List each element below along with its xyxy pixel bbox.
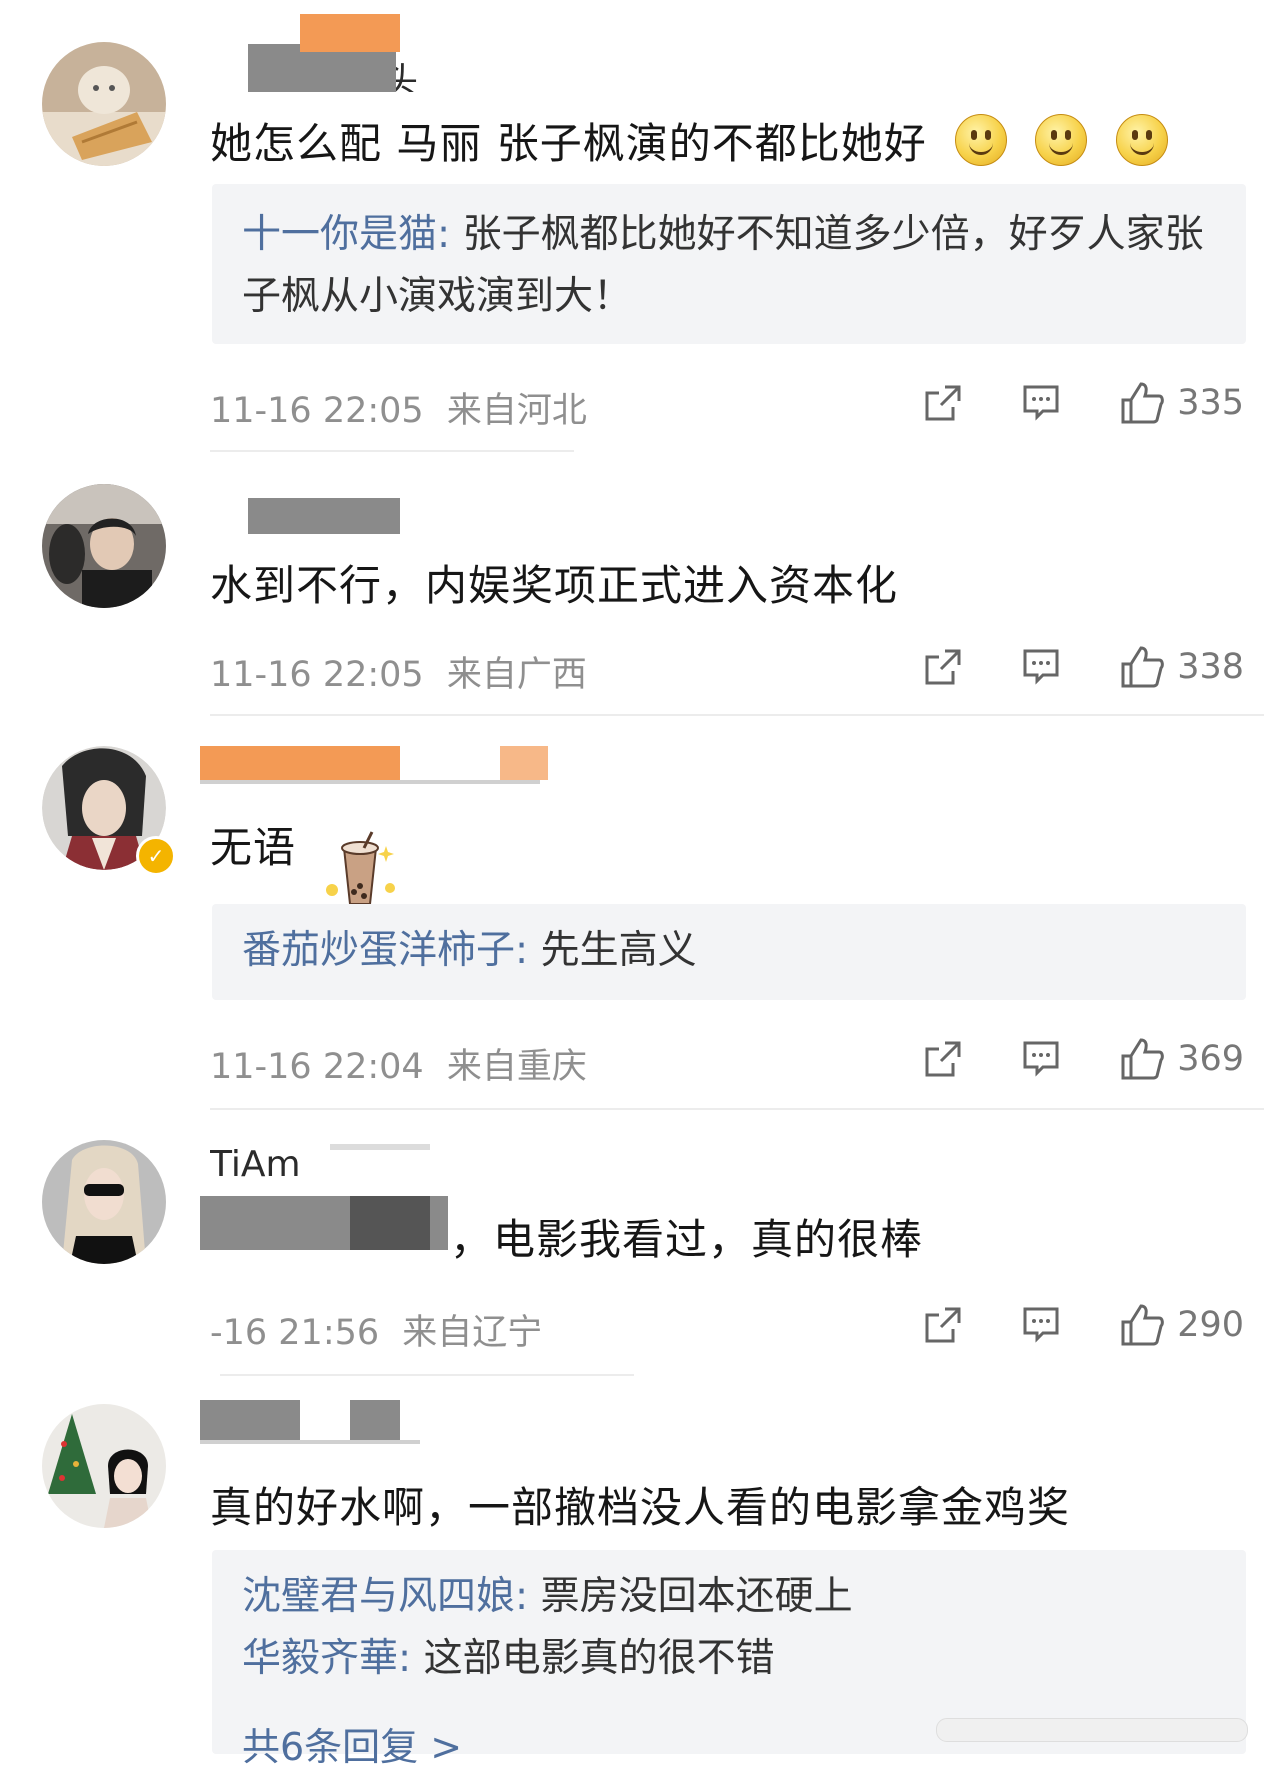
smile-emoji-icon [1115, 114, 1168, 166]
reply-box[interactable]: 十一你是猫: 张子枫都比她好不知道多少倍，好歹人家张子枫从小演戏演到大！ [212, 184, 1246, 344]
like-count: 369 [1177, 1039, 1244, 1079]
like-icon[interactable] [1119, 1302, 1165, 1348]
username-mask [500, 746, 548, 780]
comment-text: ，电影我看过，真的很棒 [450, 1215, 924, 1264]
avatar[interactable] [42, 1404, 166, 1528]
location: 来自河北 [446, 391, 587, 431]
reply-text: 先生高义 [540, 928, 697, 973]
username-mask [330, 1144, 430, 1150]
reply-author[interactable]: 十一你是猫 [242, 212, 437, 257]
comment-text: 真的好水啊，一部撤档没人看的电影拿金鸡奖 [210, 1483, 1071, 1532]
location: 来自广西 [446, 655, 587, 695]
comment-meta: 11-16 22:04 来自重庆 [210, 1038, 587, 1089]
timestamp: 11-16 22:04 [210, 1047, 424, 1087]
share-icon[interactable] [923, 383, 963, 423]
avatar[interactable] [42, 484, 166, 608]
verified-badge-icon: ✓ [136, 836, 176, 876]
reply: 沈璧君与风四娘: 票房没回本还硬上 [242, 1574, 853, 1619]
comment-text: 她怎么配 马丽 张子枫演的不都比她好 [210, 110, 1168, 171]
more-replies-link[interactable]: 共6条回复 > [242, 1716, 462, 1771]
reply-author[interactable]: 沈璧君与风四娘 [242, 1574, 515, 1619]
scroll-indicator[interactable] [936, 1718, 1248, 1742]
like-icon[interactable] [1119, 380, 1165, 426]
username-mask [248, 498, 400, 534]
comment-text: 无语 [210, 823, 297, 872]
reply-text: 这部电影真的很不错 [423, 1636, 775, 1681]
comment-meta: 11-16 22:05 来自河北 [210, 382, 587, 433]
action-bar: 338 [923, 642, 1244, 692]
action-bar: 335 [923, 378, 1244, 428]
avatar[interactable]: ✓ [42, 746, 176, 876]
location: 来自重庆 [446, 1047, 587, 1087]
username-mask [200, 746, 400, 780]
reply: 华毅齐華: 这部电影真的很不错 [242, 1636, 775, 1681]
reply-box[interactable]: 番茄炒蛋洋柿子: 先生高义 [212, 904, 1246, 1000]
like-icon[interactable] [1119, 1036, 1165, 1082]
comment-meta: -16 21:56 来自辽宁 [210, 1304, 542, 1355]
location: 来自辽宁 [402, 1313, 543, 1353]
comment-icon[interactable] [1021, 1039, 1061, 1079]
username-mask [350, 1400, 400, 1440]
like-count: 335 [1177, 383, 1244, 423]
username[interactable]: TiAm [210, 1144, 301, 1184]
timestamp: 11-16 22:05 [210, 391, 424, 431]
reply-author[interactable]: 华毅齐華 [242, 1636, 398, 1681]
divider [210, 1108, 1264, 1110]
text-mask [350, 1196, 430, 1250]
comment-icon[interactable] [1021, 647, 1061, 687]
reply-author[interactable]: 番茄炒蛋洋柿子 [242, 928, 515, 973]
reply: 十一你是猫: 张子枫都比她好不知道多少倍，好歹人家张子枫从小演戏演到大！ [242, 212, 1204, 319]
comment-text: 水到不行，内娱奖项正式进入资本化 [210, 561, 899, 610]
comment-meta: 11-16 22:05 来自广西 [210, 646, 587, 697]
like-count: 290 [1177, 1305, 1244, 1345]
comment-icon[interactable] [1021, 383, 1061, 423]
reply: 番茄炒蛋洋柿子: 先生高义 [242, 928, 697, 973]
action-bar: 369 [923, 1034, 1244, 1084]
username-mask [200, 1400, 300, 1440]
username-mask [200, 1440, 420, 1444]
share-icon[interactable] [923, 1039, 963, 1079]
avatar[interactable] [42, 42, 166, 166]
smile-emoji-icon [955, 114, 1008, 166]
username-mask [300, 14, 400, 52]
like-icon[interactable] [1119, 644, 1165, 690]
username-mask [200, 780, 540, 784]
avatar[interactable] [42, 1140, 166, 1264]
share-icon[interactable] [923, 647, 963, 687]
divider [210, 450, 574, 452]
share-icon[interactable] [923, 1305, 963, 1345]
reply-text: 票房没回本还硬上 [540, 1574, 853, 1619]
timestamp: 11-16 22:05 [210, 655, 424, 695]
like-count: 338 [1177, 647, 1244, 687]
timestamp: -16 21:56 [210, 1313, 380, 1353]
smile-emoji-icon [1035, 114, 1088, 166]
comment-icon[interactable] [1021, 1305, 1061, 1345]
action-bar: 290 [923, 1300, 1244, 1350]
milk-tea-sticker-icon [326, 831, 395, 905]
divider [220, 1374, 634, 1376]
divider [210, 714, 1264, 716]
